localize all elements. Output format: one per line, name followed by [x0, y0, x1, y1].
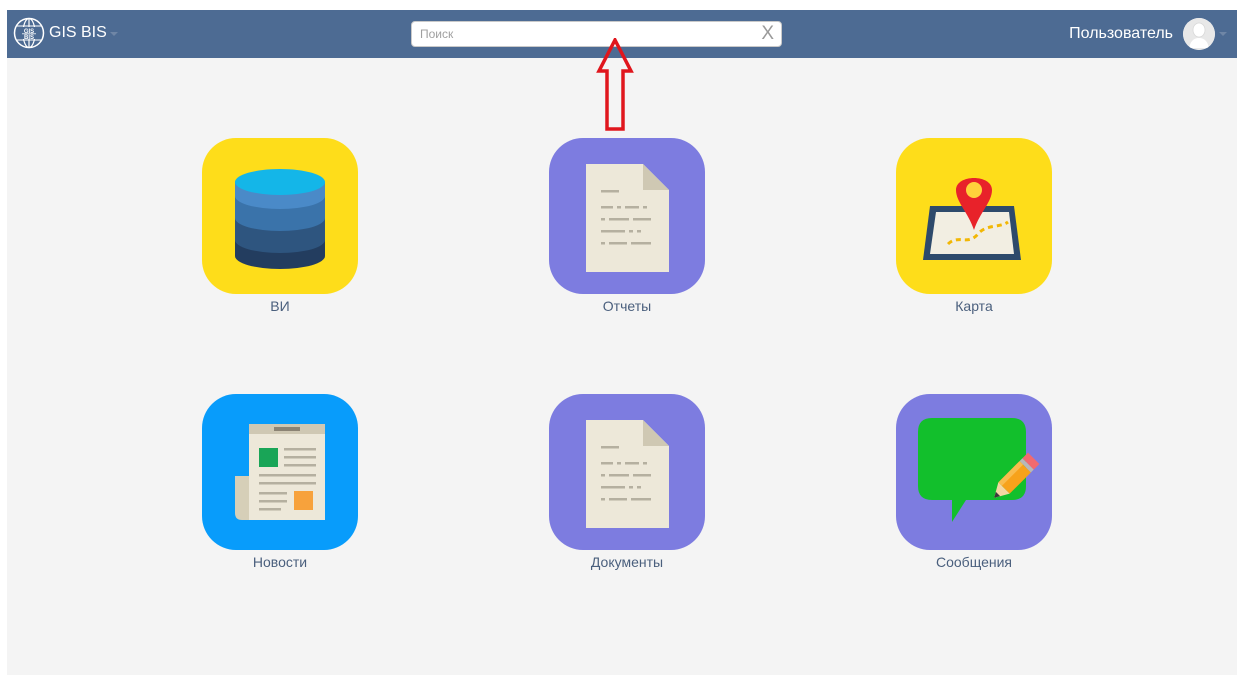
tile-vi-label: ВИ: [270, 298, 290, 314]
tile-news-label: Новости: [252, 554, 308, 570]
brand-menu[interactable]: GIS BIS GIS BIS: [13, 13, 118, 53]
tile-messages-label: Сообщения: [936, 554, 1012, 570]
chat-pencil-icon: [918, 418, 1040, 522]
tile-map-icon-bg: [896, 138, 1052, 294]
user-name: Пользователь: [1069, 25, 1173, 42]
newspaper-icon: [235, 424, 325, 520]
database-icon: [235, 169, 325, 269]
tile-map-label: Карта: [955, 298, 993, 314]
search-input[interactable]: [420, 22, 750, 46]
logo-text-bottom: BIS: [24, 35, 34, 41]
annotation-up-arrow-icon: [596, 38, 634, 131]
tile-documents-label: Документы: [590, 554, 664, 570]
tile-reports[interactable]: Отчеты: [537, 138, 717, 328]
tile-news[interactable]: Новости: [190, 394, 370, 584]
search-clear-button[interactable]: X: [761, 23, 774, 45]
tile-messages[interactable]: Сообщения: [884, 394, 1064, 584]
brand-caret-icon: [109, 32, 118, 36]
user-menu[interactable]: Пользователь: [1069, 16, 1227, 52]
tile-vi[interactable]: ВИ: [190, 138, 370, 328]
tile-map[interactable]: Карта: [884, 138, 1064, 328]
app-window: GIS BIS GIS BIS X Пользователь: [7, 10, 1237, 675]
tile-documents[interactable]: Документы: [537, 394, 717, 584]
tile-reports-icon-bg: [549, 138, 705, 294]
tile-documents-icon-bg: [549, 394, 705, 550]
globe-logo-icon: GIS BIS: [13, 17, 45, 49]
map-pin-icon: [923, 178, 1021, 260]
tile-news-icon-bg: [202, 394, 358, 550]
document-icon: [586, 164, 669, 272]
avatar: [1183, 18, 1215, 50]
user-silhouette-icon: [1183, 18, 1215, 50]
tile-reports-label: Отчеты: [602, 298, 652, 314]
brand-name: GIS BIS: [49, 24, 107, 41]
user-caret-icon: [1219, 32, 1227, 36]
tile-vi-icon-bg: [202, 138, 358, 294]
document-icon: [586, 420, 669, 528]
tile-messages-icon-bg: [896, 394, 1052, 550]
